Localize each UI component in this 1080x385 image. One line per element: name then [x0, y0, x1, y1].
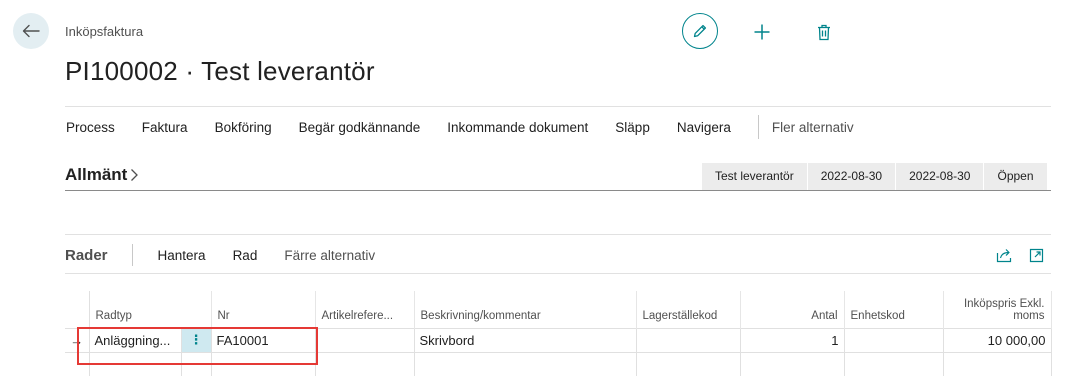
summary-status: Öppen — [984, 163, 1048, 190]
table-header-row: Radtyp Nr Artikelrefere... Beskrivning/k… — [65, 291, 1052, 328]
arrow-left-icon — [22, 24, 40, 38]
summary-due-date: 2022-08-30 — [896, 163, 985, 190]
cell-unit-price[interactable]: 10 000,00 — [943, 327, 1052, 352]
share-button[interactable] — [994, 245, 1014, 265]
cell-description[interactable] — [414, 351, 637, 376]
cell-item-reference[interactable] — [315, 351, 415, 376]
summary-vendor-name: Test leverantör — [702, 163, 808, 190]
edit-button[interactable] — [682, 13, 718, 49]
cell-description[interactable]: Skrivbord — [414, 327, 637, 352]
highlight-box — [77, 327, 318, 365]
action-bar: Process Faktura Bokföring Begär godkänna… — [66, 112, 854, 142]
lines-header: Rader Hantera Rad Färre alternativ — [65, 243, 375, 267]
lines-title: Rader — [65, 246, 108, 264]
divider — [65, 106, 1051, 107]
pencil-icon — [693, 24, 707, 38]
plus-icon — [754, 24, 770, 40]
cell-location[interactable] — [636, 351, 741, 376]
lines-action-manage[interactable]: Hantera — [158, 248, 206, 263]
page-title: PI100002 · Test leverantör — [65, 56, 375, 86]
expand-icon — [1029, 248, 1043, 262]
trash-icon — [818, 24, 830, 40]
summary-document-date: 2022-08-30 — [807, 163, 897, 190]
page-caption: Inköpsfaktura — [65, 24, 144, 39]
action-release[interactable]: Släpp — [615, 120, 650, 135]
row-indicator-header — [65, 291, 90, 328]
delete-button[interactable] — [814, 21, 834, 43]
cell-quantity[interactable]: 1 — [740, 327, 845, 352]
column-header-unit[interactable]: Enhetskod — [844, 291, 944, 328]
cell-item-reference[interactable] — [315, 327, 415, 352]
column-header-quantity[interactable]: Antal — [740, 291, 845, 328]
share-icon — [996, 248, 1012, 262]
action-incoming-document[interactable]: Inkommande dokument — [447, 120, 588, 135]
column-header-item-reference[interactable]: Artikelrefere... — [315, 291, 415, 328]
lines-separator — [131, 244, 133, 266]
cell-unit[interactable] — [844, 351, 944, 376]
section-underline — [65, 190, 1051, 191]
divider — [65, 234, 1051, 235]
general-section-header[interactable]: Allmänt — [65, 165, 139, 185]
column-header-no[interactable]: Nr — [211, 291, 316, 328]
general-summary: Test leverantör 2022-08-30 2022-08-30 Öp… — [702, 163, 1048, 190]
column-header-description[interactable]: Beskrivning/kommentar — [414, 291, 637, 328]
action-posting[interactable]: Bokföring — [215, 120, 272, 135]
cell-unit-price[interactable] — [943, 351, 1052, 376]
expand-button[interactable] — [1026, 245, 1046, 265]
column-header-unit-price[interactable]: Inköpspris Exkl. moms — [943, 291, 1052, 328]
more-options-button[interactable]: Fler alternativ — [772, 120, 854, 135]
column-header-location[interactable]: Lagerställekod — [636, 291, 741, 328]
fewer-options-button[interactable]: Färre alternativ — [284, 248, 375, 263]
back-button[interactable] — [13, 13, 49, 49]
action-process[interactable]: Process — [66, 120, 115, 135]
divider — [65, 273, 1051, 274]
action-navigate[interactable]: Navigera — [677, 120, 731, 135]
action-separator — [757, 115, 759, 139]
action-request-approval[interactable]: Begär godkännande — [299, 120, 421, 135]
general-section-title: Allmänt — [65, 165, 128, 184]
column-header-type[interactable]: Radtyp — [89, 291, 212, 328]
cell-quantity[interactable] — [740, 351, 845, 376]
lines-action-line[interactable]: Rad — [233, 248, 258, 263]
cell-unit[interactable] — [844, 327, 944, 352]
new-button[interactable] — [751, 21, 773, 43]
action-invoice[interactable]: Faktura — [142, 120, 188, 135]
chevron-right-icon — [131, 169, 139, 181]
cell-location[interactable] — [636, 327, 741, 352]
